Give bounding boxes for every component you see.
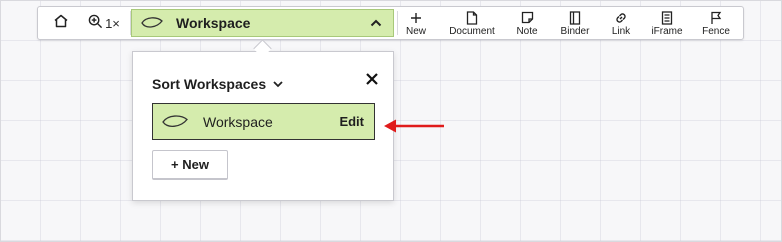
top-toolbar: 1× Workspace New Document Note Binder Li… — [37, 6, 744, 40]
tool-label: Document — [449, 26, 495, 37]
tool-link[interactable]: Link — [605, 10, 637, 38]
zoom-button[interactable]: 1× — [84, 7, 124, 39]
sort-workspaces-dropdown[interactable]: Sort Workspaces — [152, 76, 284, 92]
popover-title: Sort Workspaces — [152, 76, 267, 92]
leaf-icon — [140, 15, 164, 31]
workspace-list-item[interactable]: Workspace Edit — [152, 103, 375, 140]
chevron-down-icon — [272, 78, 284, 90]
workspace-selector[interactable]: Workspace — [131, 9, 394, 37]
home-button[interactable] — [46, 7, 76, 39]
home-icon — [53, 13, 69, 34]
tool-document[interactable]: Document — [443, 10, 501, 38]
note-icon — [521, 10, 534, 25]
link-icon — [614, 10, 628, 25]
workspace-name: Workspace — [203, 113, 273, 130]
tool-label: New — [405, 26, 426, 37]
iframe-icon — [661, 10, 673, 25]
chevron-up-icon — [369, 16, 383, 30]
new-workspace-button[interactable]: + New — [152, 150, 228, 180]
tool-label: Link — [611, 26, 631, 37]
tool-iframe[interactable]: iFrame — [646, 10, 688, 38]
tool-fence[interactable]: Fence — [696, 10, 736, 38]
flag-icon — [710, 10, 722, 25]
red-arrow-annotation — [384, 119, 444, 133]
tool-new[interactable]: New — [400, 10, 432, 38]
tool-label: Binder — [560, 26, 590, 37]
workspace-selector-label: Workspace — [176, 15, 251, 31]
document-icon — [466, 10, 478, 25]
tool-note[interactable]: Note — [510, 10, 544, 38]
zoom-level: 1× — [105, 15, 120, 31]
close-button[interactable] — [361, 68, 383, 90]
workspaces-popover: Sort Workspaces Workspace Edit + New — [132, 51, 394, 201]
tool-label: iFrame — [651, 26, 683, 37]
tool-binder[interactable]: Binder — [553, 10, 597, 38]
tool-label: Note — [516, 26, 538, 37]
divider — [397, 11, 398, 35]
binder-icon — [569, 10, 581, 25]
edit-workspace-button[interactable]: Edit — [339, 114, 364, 129]
zoom-in-icon — [88, 14, 103, 32]
tool-label: Fence — [702, 26, 730, 37]
leaf-icon — [161, 113, 189, 131]
plus-icon — [410, 10, 422, 25]
close-icon — [365, 72, 379, 86]
